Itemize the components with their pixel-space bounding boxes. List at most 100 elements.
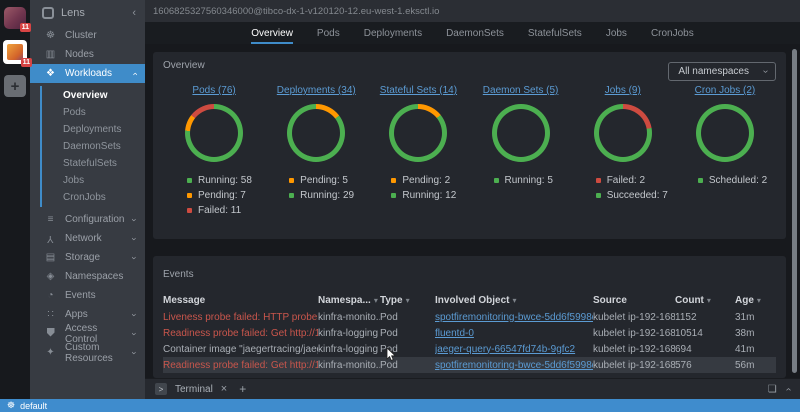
column-header-count[interactable]: Count▾	[675, 295, 735, 306]
sidebar-item-workloads-daemonsets[interactable]: DaemonSets	[42, 138, 145, 155]
sidebar-item-workloads-cronjobs[interactable]: CronJobs	[42, 189, 145, 206]
tab-pods[interactable]: Pods	[317, 22, 340, 44]
legend-item: Scheduled: 2	[698, 173, 776, 188]
legend-dot	[596, 178, 601, 183]
legend-dot	[494, 178, 499, 183]
terminal-close-icon[interactable]: ×	[221, 383, 227, 395]
event-involved-object-link[interactable]: fluentd-0	[435, 328, 593, 339]
sidebar-item-storage[interactable]: ▤ Storage ›	[30, 248, 145, 267]
event-involved-object-link[interactable]: spotfiremonitoring-bwce-5dd6f5998d-tdnx6	[435, 312, 593, 323]
vertical-scrollbar[interactable]	[792, 49, 797, 373]
legend-dot	[698, 178, 703, 183]
chevron-down-icon: ›	[130, 256, 140, 259]
column-header-age[interactable]: Age▾	[735, 295, 776, 306]
sidebar-item-workloads-jobs[interactable]: Jobs	[42, 172, 145, 189]
sidebar-item-workloads[interactable]: ❖ Workloads ›	[30, 64, 145, 83]
tab-jobs[interactable]: Jobs	[606, 22, 627, 44]
event-namespace: kinfra-logging	[318, 344, 380, 355]
column-header-message: Message	[163, 295, 318, 306]
content-area: Overview All namespaces › Pods (76) Runn…	[145, 44, 800, 378]
events-panel: Events Message Namespa...▾ Type▾ Involve…	[153, 256, 786, 378]
chevron-down-icon: ›	[130, 351, 140, 354]
cluster-icon-2-active[interactable]: 11	[3, 40, 27, 64]
event-count: 10514	[675, 328, 735, 339]
legend-label: Succeeded: 7	[607, 188, 668, 203]
sidebar-item-apps[interactable]: ∷ Apps ›	[30, 305, 145, 324]
events-panel-title: Events	[163, 269, 194, 280]
puzzle-icon: ✦	[44, 347, 57, 358]
sidebar-item-label: Namespaces	[65, 271, 123, 282]
event-row[interactable]: Liveness probe failed: HTTP probe failed…	[163, 309, 776, 325]
sidebar-item-events[interactable]: ◔ Events	[30, 286, 145, 305]
chart-cronjobs-link[interactable]: Cron Jobs (2)	[695, 85, 756, 96]
status-bar: ☸ default	[0, 399, 800, 412]
column-header-type[interactable]: Type▾	[380, 295, 435, 306]
event-involved-object-link[interactable]: spotfiremonitoring-bwce-5dd6f5998d-tdnx6	[435, 360, 593, 371]
sidebar-item-workloads-pods[interactable]: Pods	[42, 104, 145, 121]
terminal-expand-icon[interactable]: ❏	[768, 384, 777, 395]
sidebar-item-workloads-deployments[interactable]: Deployments	[42, 121, 145, 138]
sidebar-item-configuration[interactable]: ≡ Configuration ›	[30, 210, 145, 229]
overview-panel: Overview All namespaces › Pods (76) Runn…	[153, 52, 786, 239]
sidebar-item-workloads-overview[interactable]: Overview	[42, 87, 145, 104]
legend-item: Running: 12	[391, 188, 469, 203]
chevron-down-icon: ›	[130, 237, 140, 240]
sidebar-collapse-icon[interactable]: ‹	[132, 7, 136, 19]
event-age: 56m	[735, 360, 776, 371]
sidebar-item-cluster[interactable]: ☸ Cluster	[30, 26, 145, 45]
add-cluster-button[interactable]: +	[4, 75, 26, 97]
event-count: 576	[675, 360, 735, 371]
cluster-icon-1[interactable]: 11	[4, 7, 26, 29]
tab-deployments[interactable]: Deployments	[364, 22, 422, 44]
legend-dot	[187, 193, 192, 198]
chevron-down-icon: ›	[130, 218, 140, 221]
statefulsets-donut-chart	[389, 104, 447, 162]
daemonsets-donut-chart	[492, 104, 550, 162]
sidebar-item-workloads-statefulsets[interactable]: StatefulSets	[42, 155, 145, 172]
cronjobs-legend: Scheduled: 2	[674, 173, 776, 188]
sidebar-item-namespaces[interactable]: ◈ Namespaces	[30, 267, 145, 286]
chart-jobs-link[interactable]: Jobs (9)	[605, 85, 641, 96]
events-table-header: Message Namespa...▾ Type▾ Involved Objec…	[163, 291, 776, 309]
chart-statefulsets-link[interactable]: Stateful Sets (14)	[380, 85, 457, 96]
tab-cronjobs[interactable]: CronJobs	[651, 22, 694, 44]
chart-daemonsets-link[interactable]: Daemon Sets (5)	[483, 85, 559, 96]
terminal-tab-label[interactable]: Terminal	[175, 384, 213, 395]
sidebar-item-network[interactable]: Y Network ›	[30, 229, 145, 248]
column-header-involved-object[interactable]: Involved Object▾	[435, 295, 593, 306]
sort-caret-icon: ▾	[406, 296, 410, 305]
tab-statefulsets[interactable]: StatefulSets	[528, 22, 582, 44]
chart-deployments-link[interactable]: Deployments (34)	[277, 85, 356, 96]
event-message: Readiness probe failed: Get http://192.1…	[163, 360, 318, 371]
jobs-donut-chart	[594, 104, 652, 162]
event-age: 31m	[735, 312, 776, 323]
tab-daemonsets[interactable]: DaemonSets	[446, 22, 504, 44]
namespaces-icon: ◈	[44, 271, 57, 282]
sort-caret-icon: ▾	[512, 296, 516, 305]
legend-item: Failed: 11	[187, 203, 265, 218]
sidebar-item-custom-resources[interactable]: ✦ Custom Resources ›	[30, 343, 145, 362]
sidebar-item-access-control[interactable]: Access Control ›	[30, 324, 145, 343]
sidebar-item-nodes[interactable]: ▥ Nodes	[30, 45, 145, 64]
cluster-1-badge: 11	[20, 23, 31, 32]
event-row[interactable]: Readiness probe failed: Get http://192.1…	[163, 325, 776, 341]
chart-daemonsets: Daemon Sets (5) Running: 5	[470, 85, 572, 218]
event-row[interactable]: Container image "jaegertracing/jaeger-qu…	[163, 341, 776, 357]
main-area: 1606825327560346000@tibco-dx-1-v120120-1…	[145, 0, 800, 399]
pods-donut-chart	[185, 104, 243, 162]
event-row[interactable]: Readiness probe failed: Get http://192.1…	[163, 357, 776, 373]
tab-overview[interactable]: Overview	[251, 22, 293, 44]
chart-pods-link[interactable]: Pods (76)	[192, 85, 235, 96]
jobs-legend: Failed: 2 Succeeded: 7	[572, 173, 674, 203]
legend-label: Running: 5	[505, 173, 553, 188]
event-involved-object-link[interactable]: jaeger-query-66547fd74b-9gfc2	[435, 344, 593, 355]
terminal-new-tab-icon[interactable]: +	[239, 382, 246, 396]
sort-caret-icon: ▾	[707, 296, 711, 305]
column-header-namespace[interactable]: Namespa...▾	[318, 295, 380, 306]
event-source: kubelet ip-192-168-5...	[593, 344, 675, 355]
event-source: kubelet ip-192-168-2...	[593, 328, 675, 339]
cluster-titlebar: 1606825327560346000@tibco-dx-1-v120120-1…	[145, 0, 800, 22]
sidebar-item-label: Custom Resources	[65, 342, 125, 364]
terminal-chevron-up-icon[interactable]: ›	[783, 387, 794, 390]
namespace-select[interactable]: All namespaces ›	[668, 62, 776, 81]
